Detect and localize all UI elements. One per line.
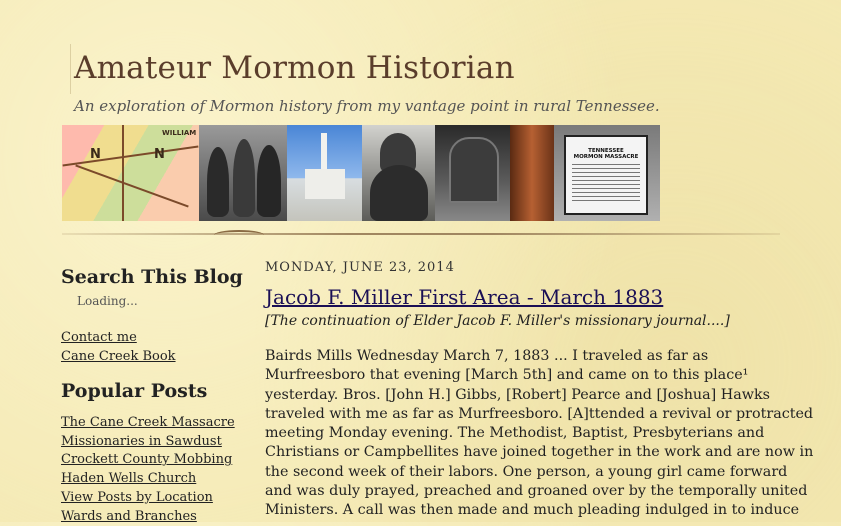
banner-map-image: N N WILLIAM xyxy=(62,125,199,221)
popular-posts-list: The Cane Creek Massacre Missionaries in … xyxy=(61,414,241,526)
popular-posts-heading: Popular Posts xyxy=(61,380,208,402)
banner-temple-photo xyxy=(287,125,362,221)
blog-tagline: An exploration of Mormon history from my… xyxy=(74,97,660,115)
popular-post-link[interactable]: View Posts by Location xyxy=(61,489,241,508)
main-content: MONDAY, JUNE 23, 2014 Jacob F. Miller Fi… xyxy=(265,260,814,521)
banner-man-portrait xyxy=(362,125,435,221)
post-date: MONDAY, JUNE 23, 2014 xyxy=(265,260,455,275)
marker-sign: TENNESSEE MORMON MASSACRE xyxy=(564,135,648,215)
popular-post-link[interactable]: Missionaries in Sawdust xyxy=(61,433,241,452)
banner-family-photo xyxy=(199,125,287,221)
post-title-link[interactable]: Jacob F. Miller First Area - March 1883 xyxy=(265,285,785,309)
post-body-line: Christians or Campbellites have joined t… xyxy=(265,444,814,461)
blog-title[interactable]: Amateur Mormon Historian xyxy=(74,50,515,86)
post-body: Bairds Mills Wednesday March 7, 1883 ...… xyxy=(265,347,814,521)
post-body-line: traveled with me as far as Murfreesboro.… xyxy=(265,405,814,422)
banner-historical-marker: TENNESSEE MORMON MASSACRE xyxy=(554,125,660,221)
post-body-line: meeting Monday evening. The Methodist, B… xyxy=(265,425,765,442)
banner-plaque-photo xyxy=(435,125,510,221)
post-body-line: yesterday. Bros. [John H.] Gibbs, [Rober… xyxy=(265,386,771,403)
title-rule xyxy=(70,44,71,94)
popular-post-link[interactable]: The Cane Creek Massacre xyxy=(61,414,241,433)
search-loading-text: Loading... xyxy=(77,294,138,308)
header-divider xyxy=(62,233,780,235)
post-body-line: Murfreesboro that evening [March 5th] an… xyxy=(265,367,749,384)
popular-post-link[interactable]: Crockett County Mobbing xyxy=(61,451,241,470)
popular-post-link[interactable]: Wards and Branches xyxy=(61,508,241,526)
sidebar-links: Contact me Cane Creek Book xyxy=(61,328,241,366)
post-body-line: Bairds Mills Wednesday March 7, 1883 ...… xyxy=(265,348,709,364)
popular-post-link[interactable]: Haden Wells Church xyxy=(61,470,241,489)
search-heading: Search This Blog xyxy=(61,266,243,288)
marker-title: TENNESSEE MORMON MASSACRE xyxy=(573,148,639,160)
divider-ornament xyxy=(214,230,264,240)
sidebar: Search This Blog Loading... Contact me C… xyxy=(61,266,243,526)
post-body-line: and was duly prayed, preached and groane… xyxy=(265,483,808,500)
cane-creek-book-link[interactable]: Cane Creek Book xyxy=(61,347,241,366)
post-subtitle: [The continuation of Elder Jacob F. Mill… xyxy=(265,313,730,329)
contact-me-link[interactable]: Contact me xyxy=(61,328,241,347)
banner-book-photo xyxy=(510,125,554,221)
post-body-line: the second week of their labors. One per… xyxy=(265,463,788,480)
popular-posts: Popular Posts The Cane Creek Massacre Mi… xyxy=(61,380,241,526)
header-banner: N N WILLIAM TENNESSEE MORMON MASSACRE xyxy=(62,125,660,221)
post-body-line: Ministers. A call was then made and much… xyxy=(265,502,800,519)
